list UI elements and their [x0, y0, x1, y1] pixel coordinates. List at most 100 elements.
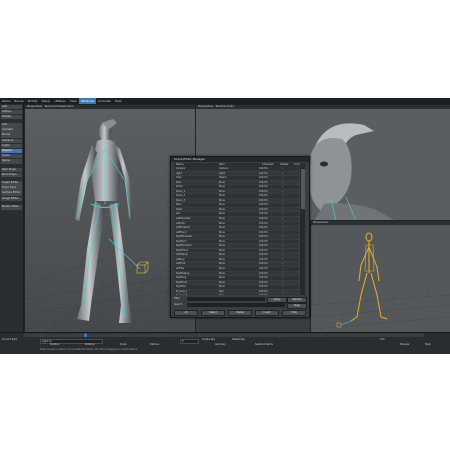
visible-check-icon[interactable]: ✓	[282, 176, 284, 180]
visible-check-icon[interactable]: ✓	[282, 240, 284, 244]
viewport-label[interactable]: Perspective	[198, 105, 213, 108]
sidebar-button-graph-editor[interactable]: Graph Editor	[1, 181, 22, 186]
filter-input[interactable]	[187, 297, 265, 301]
viewport-label[interactable]: Perspective	[313, 221, 328, 224]
visible-button[interactable]: Visible	[228, 310, 252, 316]
item-type: Bone	[219, 253, 225, 257]
item-channels: 100.0%	[259, 248, 268, 252]
item-name: Head	[176, 207, 183, 211]
viewport-skeleton[interactable]: Perspective	[310, 220, 450, 334]
dialog-title[interactable]: Scene Editor Manager	[171, 157, 309, 162]
visible-check-icon[interactable]: ✓	[282, 203, 284, 207]
visible-check-icon[interactable]: ✓	[282, 181, 284, 185]
visible-check-icon[interactable]: ✓	[282, 267, 284, 271]
item-type: Bone	[219, 271, 225, 275]
sidebar-button-bones[interactable]: Bones	[1, 133, 22, 139]
step-field[interactable]: Step	[425, 343, 430, 348]
visible-check-icon[interactable]: ✓	[282, 185, 284, 189]
scrollbar-thumb[interactable]	[300, 169, 305, 209]
visible-check-icon[interactable]: ✓	[282, 222, 284, 226]
frame-end-field[interactable]: 120	[380, 338, 385, 343]
scale-toggle[interactable]: Scale	[120, 343, 126, 348]
hide-button[interactable]: Hide	[282, 310, 306, 316]
viewport-mode[interactable]: Textured Shaded Solid	[45, 105, 74, 108]
visible-check-icon[interactable]: ✓	[282, 212, 284, 216]
sidebar-button-add[interactable]: Add	[1, 123, 22, 128]
visible-check-icon[interactable]: ✓	[282, 272, 284, 276]
visible-check-icon[interactable]: ✓	[282, 258, 284, 262]
item-channels: 100.0%	[259, 280, 268, 284]
item-channels: 100.0%	[259, 253, 268, 257]
visible-check-icon[interactable]: ✓	[282, 290, 284, 294]
frame-slider[interactable]	[0, 333, 450, 338]
sidebar-button-add[interactable]: Add	[1, 104, 22, 110]
item-type: Bone	[219, 203, 225, 207]
item-channels: 100.0%	[259, 289, 268, 293]
visible-check-icon[interactable]: ✓	[282, 235, 284, 239]
visible-check-icon[interactable]: ✓	[282, 281, 284, 285]
viewport-label[interactable]: Perspective	[27, 105, 42, 108]
selected-items-select[interactable]: Selected Items	[255, 343, 273, 348]
visible-check-icon[interactable]: ✓	[282, 199, 284, 203]
item-name: LeftUpLeg	[176, 253, 188, 257]
visible-check-icon[interactable]: ✓	[282, 167, 284, 171]
visible-check-icon[interactable]: ✓	[282, 226, 284, 230]
options-button[interactable]: Options	[150, 343, 159, 348]
delete-key-button[interactable]: Delete Key	[232, 338, 245, 343]
visible-check-icon[interactable]: ✓	[282, 294, 284, 295]
sidebar-button-item-props[interactable]: Item Props	[1, 167, 22, 173]
visible-check-icon[interactable]: ✓	[282, 276, 284, 280]
visible-check-icon[interactable]: ✓	[282, 217, 284, 221]
sidebar-button-scene[interactable]: Scene	[1, 153, 22, 159]
item-name: Spine_3	[176, 198, 186, 202]
sidebar-button-lights[interactable]: Lights	[1, 143, 22, 149]
item-name: Light	[176, 171, 182, 175]
item-name: LeftArm	[176, 221, 186, 225]
create-key-button[interactable]: Create Key	[202, 338, 215, 343]
rotation-toggle[interactable]: Rotation	[85, 343, 95, 348]
timeline-ruler[interactable]	[0, 333, 450, 338]
visible-check-icon[interactable]: ✓	[282, 194, 284, 198]
visible-check-icon[interactable]: ✓	[282, 262, 284, 266]
item-name: LeftLeg	[176, 257, 185, 261]
sidebar-button-motion-mixer[interactable]: Motion Mixer	[1, 205, 22, 210]
visible-check-icon[interactable]: ✓	[282, 208, 284, 212]
sidebar-button-image-editor[interactable]: Image Editor	[1, 196, 22, 202]
visible-check-icon[interactable]: ✓	[282, 190, 284, 194]
sidebar-button-cameras[interactable]: Cameras	[1, 138, 22, 144]
item-name: RightUpLeg	[176, 271, 190, 275]
sidebar-button-actions[interactable]: Actions	[1, 109, 22, 115]
visible-check-icon[interactable]: ✓	[282, 249, 284, 253]
sidebar-button-surface-editor[interactable]: Surface Editor	[1, 191, 22, 196]
select-button[interactable]: Select	[201, 310, 225, 316]
invert-button[interactable]: Invert	[255, 310, 279, 316]
visible-check-icon[interactable]: ✓	[282, 253, 284, 257]
visible-check-icon[interactable]: ✓	[282, 172, 284, 176]
item-name: RightHand	[176, 248, 189, 252]
sidebar-button-animate[interactable]: Animate	[1, 128, 22, 133]
auto-key-toggle[interactable]: Auto Key	[215, 343, 226, 348]
viewport-mode[interactable]: Textured Solid	[216, 105, 234, 108]
item-channels: 100.0%	[259, 262, 268, 266]
all-button[interactable]: All	[174, 310, 198, 316]
preview-button[interactable]: Preview	[400, 343, 409, 348]
search-input[interactable]	[187, 303, 285, 307]
item-channels: 100.0%	[259, 239, 268, 243]
visible-check-icon[interactable]: ✓	[282, 244, 284, 248]
item-channels: 100.0%	[259, 194, 268, 198]
sidebar-button-bone-props[interactable]: Bone Props	[1, 172, 22, 178]
visible-check-icon[interactable]: ✓	[282, 231, 284, 235]
list-item[interactable]: IK_Goal_R Null 100.0% ✓	[174, 294, 299, 295]
skeleton-viewport-canvas[interactable]	[311, 225, 450, 333]
scene-editor-dialog[interactable]: Scene Editor Manager Name Item Channels …	[170, 156, 310, 318]
visible-check-icon[interactable]: ✓	[282, 285, 284, 289]
position-toggle[interactable]: Position	[50, 343, 59, 348]
item-name: LeftToe	[176, 267, 185, 271]
sidebar-button-objects[interactable]: Objects	[1, 148, 22, 154]
sidebar-button-dope-track[interactable]: Dope Track	[1, 186, 22, 191]
scene-item-list[interactable]: Camera Camera 100.0% ✓ Light Light 100.0% ✓ Alie…	[174, 167, 299, 295]
item-type: Bone	[219, 212, 225, 216]
clear-button[interactable]: Clear	[287, 303, 307, 309]
sidebar-button-spline[interactable]: Spline	[1, 158, 22, 164]
sidebar-button-display[interactable]: Display	[1, 114, 22, 120]
